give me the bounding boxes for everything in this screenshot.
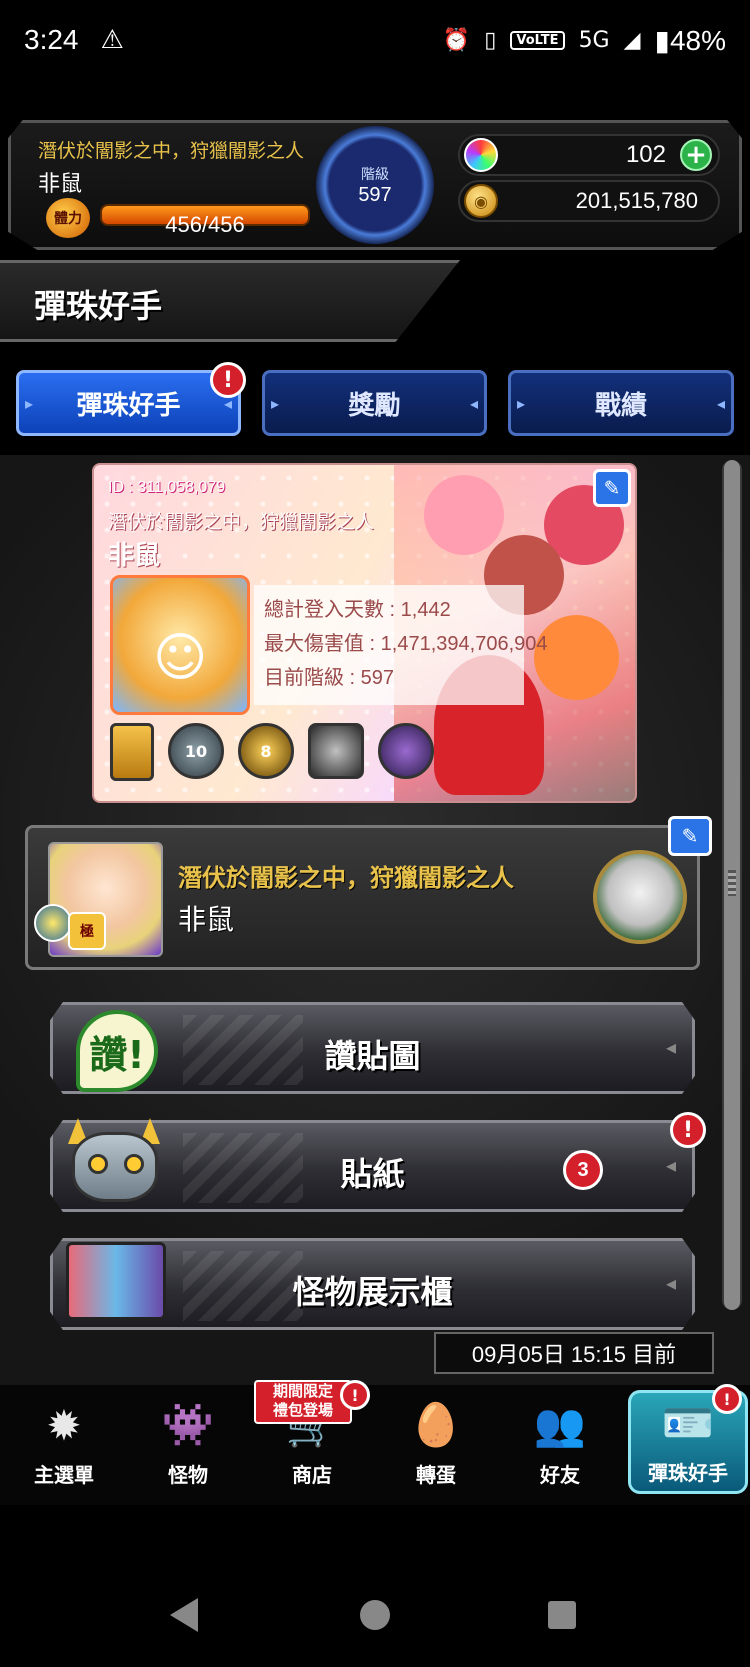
shop-alert-badge: ! bbox=[340, 1380, 370, 1410]
character-medal-icon bbox=[378, 723, 434, 779]
battery-level: ▮48% bbox=[654, 24, 726, 56]
scrollbar[interactable] bbox=[722, 460, 742, 1310]
tab-rewards[interactable]: 獎勵 bbox=[262, 370, 487, 436]
gold-count: 201,515,780 bbox=[575, 188, 698, 213]
network-label: 5G bbox=[578, 27, 610, 53]
card-player-name: 非鼠 bbox=[108, 541, 161, 571]
head bbox=[72, 1132, 158, 1202]
header-player-name: 非鼠 bbox=[38, 172, 83, 197]
medal-10-icon: 10 bbox=[168, 723, 224, 779]
status-icons: ⏰ ▯ VoLTE 5G ◢ ▮48% bbox=[443, 24, 726, 57]
tab-records[interactable]: 戰績 bbox=[508, 370, 734, 436]
tab-label: 戰績 bbox=[594, 390, 647, 421]
stat-login-days: 總計登入天數 : 1,442 bbox=[264, 599, 451, 621]
scrollbar-thumb[interactable] bbox=[724, 460, 740, 1310]
nav-label: 怪物 bbox=[168, 1463, 208, 1487]
stat-max-damage: 最大傷害值 : 1,471,394,706,904 bbox=[264, 633, 548, 655]
striker-nav-alert-badge: ! bbox=[712, 1384, 742, 1414]
section-title: 彈珠好手 bbox=[0, 260, 460, 342]
gold-counter: ◉ 201,515,780 bbox=[458, 180, 720, 222]
player-id: ID : 311,058,079 bbox=[108, 479, 226, 496]
chevron-left-icon: ◂ bbox=[665, 1153, 676, 1177]
eye bbox=[124, 1154, 144, 1174]
chevron-left-icon: ◂ bbox=[665, 1271, 676, 1295]
status-bar: 3:24 ⚠ ⏰ ▯ VoLTE 5G ◢ ▮48% bbox=[0, 0, 750, 80]
main-menu-icon: ✹ bbox=[46, 1400, 82, 1450]
back-icon[interactable] bbox=[170, 1598, 198, 1632]
like-bubble-icon: 讚! bbox=[76, 1010, 158, 1092]
nav-monsters[interactable]: 👾 怪物 bbox=[128, 1395, 248, 1495]
tab-striker[interactable]: 彈珠好手 bbox=[16, 370, 241, 436]
vibrate-icon: ▯ bbox=[484, 27, 497, 53]
orb-count: 102 bbox=[625, 141, 666, 168]
stickers-alert-badge: ! bbox=[670, 1112, 706, 1148]
header-player-title: 潛伏於闇影之中，狩獵闇影之人 bbox=[38, 140, 305, 162]
medal-row: 10 8 bbox=[110, 723, 434, 781]
orb-icon bbox=[464, 138, 498, 172]
signal-icon: ◢ bbox=[623, 27, 641, 53]
stamina-value: 456/456 bbox=[165, 212, 245, 237]
player-header: 潛伏於闇影之中，狩獵闇影之人 非鼠 體力 456/456 階級 597 102 … bbox=[8, 120, 742, 250]
edit-card-button[interactable]: ✎ bbox=[593, 469, 631, 507]
battery-text: 48% bbox=[669, 24, 726, 56]
home-icon[interactable] bbox=[360, 1600, 390, 1630]
card-monster-avatar: ☺ bbox=[110, 575, 250, 715]
card-stats: 總計登入天數 : 1,442 最大傷害值 : 1,471,394,706,904… bbox=[254, 585, 548, 705]
extreme-badge: 極 bbox=[68, 912, 106, 950]
tab-label: 獎勵 bbox=[348, 390, 401, 421]
promo-line-2: 禮包登場 bbox=[272, 1401, 333, 1419]
section-title-text: 彈珠好手 bbox=[34, 287, 163, 325]
player-strip: 極 潛伏於闇影之中，狩獵闇影之人 非鼠 bbox=[25, 825, 700, 970]
scrollbar-grip-icon bbox=[728, 870, 736, 896]
last-updated-timestamp: 09月05日 15:15 目前 bbox=[434, 1332, 714, 1374]
nav-main-menu[interactable]: ✹ 主選單 bbox=[4, 1395, 124, 1495]
stat-current-rank: 目前階級 : 597 bbox=[264, 667, 395, 689]
recents-icon[interactable] bbox=[548, 1601, 576, 1629]
rank-label: 階級 bbox=[361, 166, 389, 183]
robot-monster-icon bbox=[64, 1118, 164, 1214]
card-player-title: 潛伏於闇影之中，狩獵闇影之人 bbox=[108, 511, 375, 533]
nav-friends[interactable]: 👥 好友 bbox=[500, 1395, 620, 1495]
element-badge-icon bbox=[34, 904, 72, 942]
nav-label: 商店 bbox=[292, 1463, 332, 1487]
strip-character-icon bbox=[593, 850, 687, 944]
limited-offer-banner[interactable]: 期間限定 禮包登場 bbox=[254, 1380, 352, 1424]
rank-value: 597 bbox=[358, 183, 392, 206]
stamina-icon: 體力 bbox=[46, 198, 90, 238]
glove-medal-icon bbox=[110, 723, 154, 781]
orb-counter: 102 + bbox=[458, 134, 720, 176]
nav-label: 主選單 bbox=[34, 1463, 94, 1487]
monster-icon: 👾 bbox=[161, 1400, 215, 1449]
nav-label: 好友 bbox=[540, 1463, 580, 1487]
strip-player-title: 潛伏於闇影之中，狩獵闇影之人 bbox=[178, 864, 514, 892]
rank-badge: 階級 597 bbox=[316, 126, 434, 244]
tab-label: 彈珠好手 bbox=[76, 390, 181, 421]
strip-player-name: 非鼠 bbox=[178, 903, 235, 936]
stickers-count-badge: 3 bbox=[563, 1150, 603, 1190]
emblem-medal-icon bbox=[308, 723, 364, 779]
showcase-icon bbox=[66, 1242, 166, 1320]
tab-striker-alert-badge: ! bbox=[210, 362, 246, 398]
nav-label: 彈珠好手 bbox=[648, 1461, 728, 1485]
art-figure bbox=[534, 615, 619, 700]
chevron-left-icon: ◂ bbox=[665, 1035, 676, 1059]
art-figure bbox=[424, 475, 504, 555]
gold-coin-icon: ◉ bbox=[464, 184, 498, 218]
buy-orbs-button[interactable]: + bbox=[680, 139, 712, 171]
volte-icon: VoLTE bbox=[510, 30, 565, 50]
avatar-face: ☺ bbox=[153, 628, 208, 688]
nav-gacha[interactable]: 🥚 轉蛋 bbox=[376, 1395, 496, 1495]
eye bbox=[88, 1154, 108, 1174]
profile-card[interactable]: ID : 311,058,079 潛伏於闇影之中，狩獵闇影之人 非鼠 ☺ 總計登… bbox=[92, 463, 637, 803]
nav-label: 轉蛋 bbox=[416, 1463, 456, 1487]
medal-8-icon: 8 bbox=[238, 723, 294, 779]
gacha-egg-icon: 🥚 bbox=[409, 1400, 463, 1449]
edit-strip-button[interactable]: ✎ bbox=[668, 816, 712, 856]
warning-icon: ⚠ bbox=[100, 25, 124, 55]
promo-line-1: 期間限定 bbox=[272, 1382, 333, 1400]
profile-card-icon: 🪪 bbox=[661, 1398, 715, 1447]
status-time: 3:24 bbox=[24, 24, 79, 55]
friends-icon: 👥 bbox=[533, 1400, 587, 1449]
alarm-icon: ⏰ bbox=[442, 27, 471, 53]
